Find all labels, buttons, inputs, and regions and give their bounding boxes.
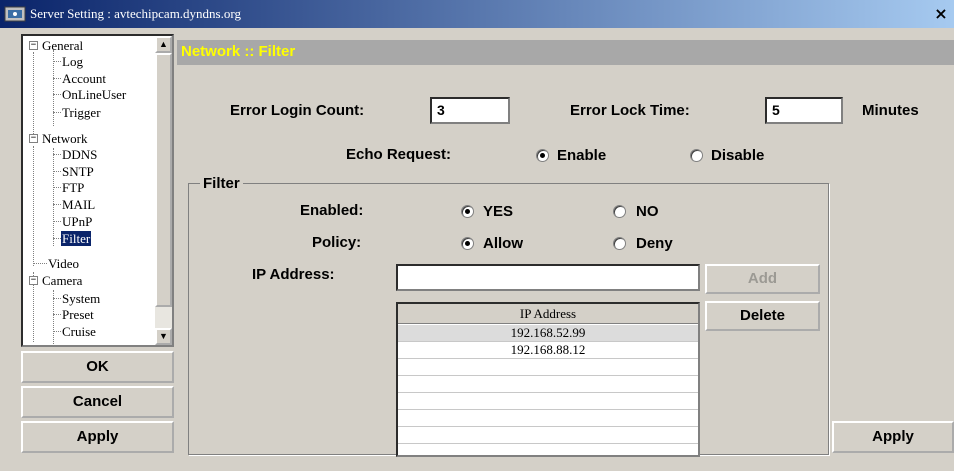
camera-expander-icon[interactable]: − (29, 276, 38, 285)
tree-item-cruise[interactable]: Cruise (62, 324, 96, 339)
tree-item-camera[interactable]: Camera (42, 273, 82, 288)
echo-request-label: Echo Request: (346, 146, 452, 163)
general-expander-icon[interactable]: − (29, 41, 38, 50)
app-icon (4, 6, 26, 22)
table-row[interactable] (398, 359, 698, 376)
apply-button-left[interactable]: Apply (21, 421, 174, 453)
error-lock-time-input[interactable]: 5 (765, 97, 843, 124)
tree-item-filter[interactable]: Filter (61, 231, 92, 246)
tree-item-general[interactable]: General (42, 38, 83, 53)
echo-enable-radio[interactable] (536, 149, 549, 162)
table-row[interactable]: 192.168.88.12 (398, 342, 698, 359)
tree-item-upnp[interactable]: UPnP (62, 214, 92, 229)
error-login-count-label: Error Login Count: (230, 102, 365, 119)
enabled-no-label[interactable]: NO (636, 203, 659, 220)
tree-scrollbar[interactable]: ▲ ▼ (155, 36, 172, 345)
enabled-label: Enabled: (300, 202, 364, 219)
tree-item-ddns[interactable]: DDNS (62, 147, 97, 162)
close-icon[interactable]: × (932, 5, 950, 23)
echo-disable-radio[interactable] (690, 149, 703, 162)
policy-allow-label[interactable]: Allow (483, 235, 523, 252)
table-row[interactable] (398, 410, 698, 427)
enabled-yes-label[interactable]: YES (483, 203, 513, 220)
window-title: Server Setting : avtechipcam.dyndns.org (30, 6, 241, 21)
tree-item-system[interactable]: System (62, 291, 100, 306)
echo-enable-label[interactable]: Enable (557, 147, 606, 164)
tree-item-sntp[interactable]: SNTP (62, 164, 94, 179)
error-login-count-input[interactable]: 3 (430, 97, 510, 124)
add-button[interactable]: Add (705, 264, 820, 294)
tree-item-video[interactable]: Video (48, 256, 79, 271)
section-title: Network :: Filter (181, 43, 296, 60)
error-lock-time-label: Error Lock Time: (570, 102, 690, 119)
filter-group-label: Filter (200, 175, 243, 192)
title-bar: Server Setting : avtechipcam.dyndns.org … (0, 0, 954, 28)
scroll-up-icon[interactable]: ▲ (155, 36, 172, 53)
scroll-down-icon[interactable]: ▼ (155, 328, 172, 345)
tree-item-onlineuser[interactable]: OnLineUser (62, 87, 126, 102)
settings-tree[interactable]: − General Log Account OnLineUser Trigger… (21, 34, 174, 347)
ip-address-label: IP Address: (252, 266, 335, 283)
delete-button[interactable]: Delete (705, 301, 820, 331)
tree-item-log[interactable]: Log (62, 54, 83, 69)
tree-item-trigger[interactable]: Trigger (62, 105, 101, 120)
cancel-button[interactable]: Cancel (21, 386, 174, 418)
tree-item-preset[interactable]: Preset (62, 307, 94, 322)
policy-label: Policy: (312, 234, 362, 251)
table-row[interactable] (398, 427, 698, 444)
apply-button-right[interactable]: Apply (832, 421, 954, 453)
ip-address-table[interactable]: IP Address 192.168.52.99 192.168.88.12 (396, 302, 700, 457)
enabled-no-radio[interactable] (613, 205, 626, 218)
enabled-yes-radio[interactable] (461, 205, 474, 218)
ip-table-header: IP Address (398, 304, 698, 324)
section-header: Network :: Filter (177, 40, 954, 65)
minutes-label: Minutes (862, 102, 919, 119)
table-row[interactable] (398, 393, 698, 410)
scroll-thumb[interactable] (155, 53, 172, 307)
tree-item-network[interactable]: Network (42, 131, 88, 146)
ip-address-input[interactable] (396, 264, 700, 291)
tree-item-mail[interactable]: MAIL (62, 197, 95, 212)
policy-deny-label[interactable]: Deny (636, 235, 673, 252)
network-expander-icon[interactable]: − (29, 134, 38, 143)
policy-deny-radio[interactable] (613, 237, 626, 250)
echo-disable-label[interactable]: Disable (711, 147, 764, 164)
tree-item-account[interactable]: Account (62, 71, 106, 86)
table-row[interactable]: 192.168.52.99 (398, 325, 698, 342)
tree-item-ftp[interactable]: FTP (62, 180, 84, 195)
table-row[interactable] (398, 376, 698, 393)
policy-allow-radio[interactable] (461, 237, 474, 250)
ok-button[interactable]: OK (21, 351, 174, 383)
